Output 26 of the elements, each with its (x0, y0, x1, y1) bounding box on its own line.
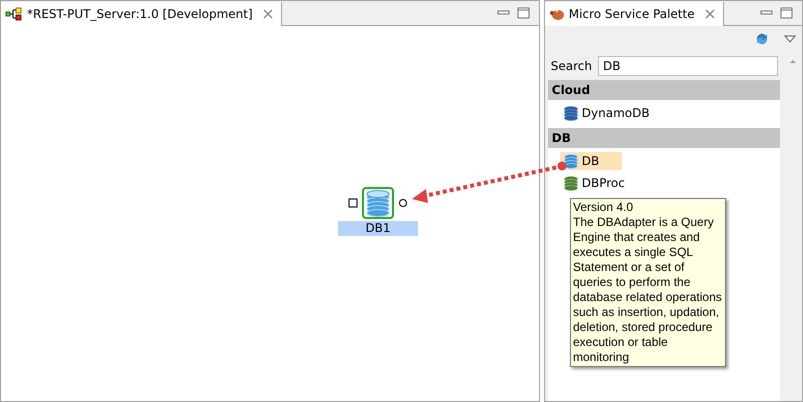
scroll-up-icon[interactable] (789, 58, 797, 64)
dropdown-icon[interactable] (784, 35, 796, 43)
tooltip-version: Version 4.0 (573, 200, 634, 215)
maximize-icon[interactable] (780, 7, 794, 19)
database-node[interactable] (362, 187, 394, 219)
refresh-icon[interactable] (754, 31, 770, 47)
group-header[interactable]: DB (548, 128, 780, 148)
maximize-icon[interactable] (516, 7, 531, 19)
database-icon (562, 175, 579, 191)
close-icon[interactable] (704, 9, 715, 19)
close-icon[interactable] (262, 9, 273, 19)
palette-item[interactable]: DB (560, 152, 622, 170)
palette-item[interactable]: DynamoDB (560, 104, 653, 122)
search-field[interactable]: DB (598, 56, 778, 76)
group-header[interactable]: Cloud (548, 80, 780, 100)
palette-icon (548, 7, 565, 21)
palette-tab[interactable]: Micro Service Palette (544, 2, 724, 26)
editor-tab[interactable]: *REST-PUT_Server:1.0 [Development] (1, 2, 282, 26)
palette-item[interactable]: DBProc (560, 174, 628, 192)
database-icon (562, 105, 579, 121)
flow-icon (5, 7, 23, 21)
input-port-icon[interactable] (348, 198, 358, 208)
search-label: Search (550, 59, 592, 73)
tooltip-text: The DBAdapter is a Query Engine that creates and executes a single SQL Statement or a set of queries to perform the database related operations such as insertion, updation, deletion, stored procedure execution or table monitoring (573, 215, 723, 365)
output-port-icon[interactable] (398, 198, 408, 208)
node-label: DB1 (338, 221, 418, 236)
